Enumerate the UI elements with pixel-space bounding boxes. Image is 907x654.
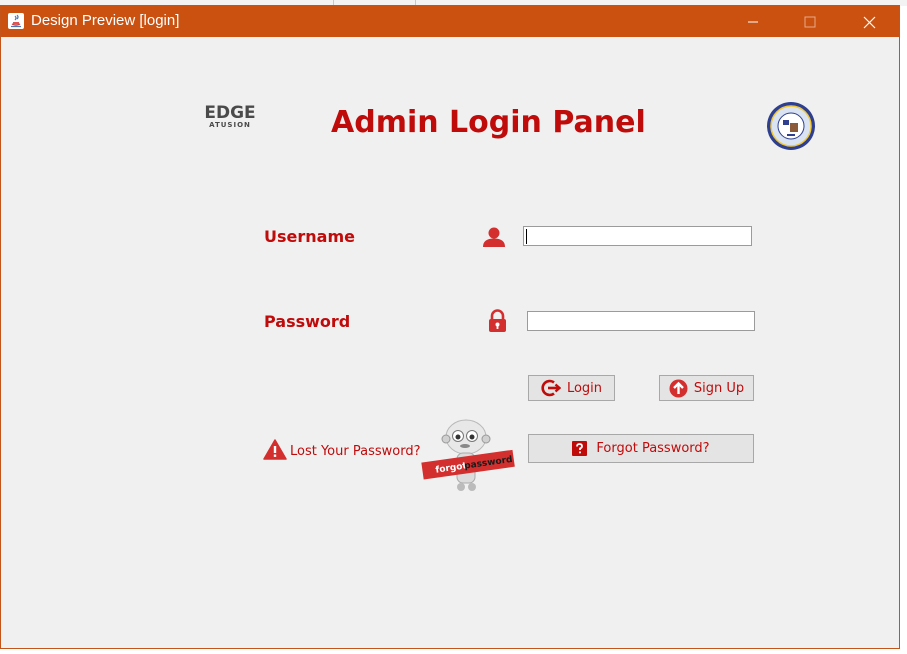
login-window: Design Preview [login] EDGE ATUSION Admi…	[0, 5, 900, 649]
maximize-button[interactable]	[787, 6, 833, 37]
up-arrow-circle-icon	[669, 379, 688, 397]
university-seal-icon	[767, 102, 815, 150]
window-title: Design Preview [login]	[31, 12, 180, 29]
warning-icon	[263, 439, 287, 460]
java-app-icon[interactable]	[8, 13, 24, 29]
lost-password-link[interactable]: Lost Your Password?	[290, 444, 420, 459]
minimize-button[interactable]	[730, 6, 776, 37]
lock-icon	[489, 309, 506, 332]
password-input[interactable]	[527, 311, 755, 331]
robot-mascot-icon: forgot password	[421, 419, 515, 491]
login-arrow-icon	[541, 379, 561, 397]
close-button[interactable]	[846, 6, 892, 37]
signup-button-label: Sign Up	[693, 380, 745, 396]
close-icon	[863, 16, 876, 29]
title-bar[interactable]: Design Preview [login]	[1, 6, 899, 37]
page-title: Admin Login Panel	[331, 105, 646, 140]
login-button-label: Login	[566, 380, 603, 396]
username-label: Username	[264, 227, 355, 246]
forgot-password-button[interactable]: Forgot Password?	[528, 434, 754, 463]
minimize-icon	[748, 21, 758, 23]
edge-logo-subtext: ATUSION	[209, 121, 251, 129]
question-icon	[572, 441, 588, 456]
user-icon	[483, 227, 505, 247]
password-label: Password	[264, 312, 351, 331]
login-button[interactable]: Login	[528, 375, 615, 401]
text-caret	[526, 229, 527, 244]
maximize-icon	[804, 16, 816, 28]
signup-button[interactable]: Sign Up	[659, 375, 754, 401]
login-panel: EDGE ATUSION Admin Login Panel Username …	[1, 37, 899, 648]
username-input[interactable]	[523, 226, 752, 246]
forgot-password-button-label: Forgot Password?	[596, 441, 710, 456]
